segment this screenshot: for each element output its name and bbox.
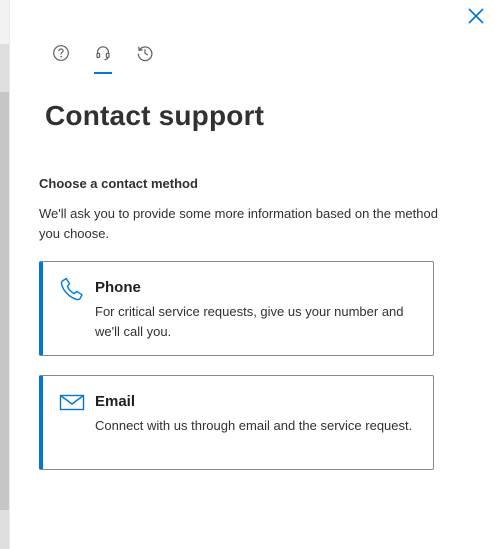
- phone-icon: [60, 277, 83, 301]
- close-button[interactable]: [465, 5, 487, 27]
- background-strip: [0, 92, 9, 510]
- email-option-title: Email: [95, 393, 136, 410]
- history-icon: [137, 46, 153, 62]
- phone-contact-option[interactable]: Phone For critical service requests, giv…: [39, 261, 434, 356]
- contact-method-description: We'll ask you to provide some more infor…: [39, 206, 438, 241]
- background-strip: [0, 0, 9, 44]
- email-option-description: Connect with us through email and the se…: [95, 418, 413, 433]
- question-circle-icon: [53, 45, 69, 61]
- tab-contact-support[interactable]: [82, 38, 124, 76]
- phone-option-description: For critical service requests, give us y…: [95, 304, 404, 339]
- page-title: Contact support: [45, 100, 265, 131]
- tab-help[interactable]: [40, 38, 82, 76]
- close-icon: [468, 8, 484, 24]
- phone-option-title: Phone: [95, 279, 141, 296]
- email-contact-option[interactable]: Email Connect with us through email and …: [39, 375, 434, 470]
- support-panel: Contact support Choose a contact method …: [9, 0, 494, 549]
- tab-history[interactable]: [124, 38, 166, 76]
- panel-tabs: [40, 38, 166, 78]
- headset-icon: [96, 46, 110, 61]
- background-page: [0, 0, 9, 549]
- contact-method-heading: Choose a contact method: [39, 176, 198, 191]
- mail-icon: [59, 394, 85, 411]
